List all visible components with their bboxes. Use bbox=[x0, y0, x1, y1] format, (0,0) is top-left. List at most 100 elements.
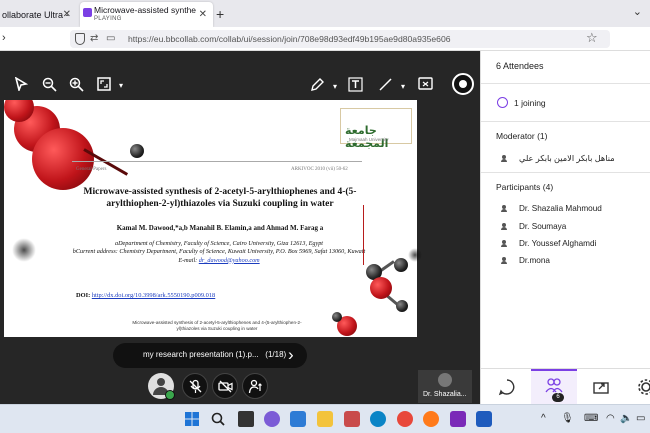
file-explorer-icon[interactable] bbox=[317, 411, 333, 427]
tab-title: Microwave-assisted synthesis of bbox=[94, 5, 196, 15]
new-tab-icon[interactable]: + bbox=[216, 6, 224, 22]
chevron-down-icon[interactable]: ▾ bbox=[401, 79, 405, 94]
person-icon bbox=[501, 240, 507, 247]
microphone-icon[interactable]: 🎙 bbox=[561, 413, 574, 424]
active-speaker-tile[interactable]: Dr. Shazalia... bbox=[418, 370, 472, 403]
text-tool-icon[interactable] bbox=[348, 77, 363, 92]
teams-chat-icon[interactable] bbox=[264, 411, 280, 427]
browser-tab-collaborate[interactable]: ollaborate Ultra - ✕ bbox=[0, 2, 77, 27]
widgets-icon[interactable] bbox=[290, 411, 306, 427]
shared-slide: جامعة المجمعة Majmaah University General… bbox=[4, 100, 417, 337]
close-icon[interactable]: ✕ bbox=[63, 9, 71, 20]
person-icon bbox=[501, 257, 507, 264]
clear-annotation-icon[interactable] bbox=[418, 77, 433, 92]
battery-icon[interactable]: ▭ bbox=[636, 413, 645, 424]
address-bar-row: › ⇄ ▭ https://eu.bbcollab.com/collab/ui/… bbox=[0, 27, 650, 51]
attendee-row[interactable]: مناهل بابكر الامين بابكر علي bbox=[501, 153, 615, 163]
doi-link[interactable]: http://dx.doi.org/10.3998/ark.5550190.p0… bbox=[92, 292, 215, 299]
tab-title: ollaborate Ultra - bbox=[2, 9, 69, 20]
header-divider bbox=[72, 161, 362, 162]
avatar bbox=[438, 373, 452, 387]
raise-hand-button[interactable] bbox=[242, 373, 268, 399]
app-icon[interactable] bbox=[344, 411, 360, 427]
avatar-icon bbox=[157, 378, 165, 386]
chat-icon[interactable] bbox=[497, 377, 517, 397]
microphone-toggle-button[interactable] bbox=[182, 373, 208, 399]
url-input[interactable]: ⇄ ▭ https://eu.bbcollab.com/collab/ui/se… bbox=[70, 30, 610, 48]
molecule-decoration bbox=[12, 238, 36, 262]
person-icon bbox=[501, 205, 507, 212]
participants-section-header: Participants (4) bbox=[496, 182, 554, 192]
os-taskbar: ^ 🎙 ⌨ ◠ 🔈 ▭ bbox=[0, 404, 650, 433]
bookmark-star-icon[interactable]: ☆ bbox=[586, 30, 598, 46]
pen-icon[interactable] bbox=[310, 77, 325, 92]
raise-hand-icon bbox=[248, 379, 262, 394]
panel-title: 6 Attendees bbox=[496, 61, 544, 71]
windows-start-icon[interactable] bbox=[184, 411, 200, 427]
attendee-row[interactable]: Dr.mona bbox=[501, 256, 550, 265]
moderator-section-header: Moderator (1) bbox=[496, 131, 548, 141]
chevron-down-icon[interactable]: ▾ bbox=[333, 79, 337, 94]
edge-icon[interactable] bbox=[370, 411, 386, 427]
tab-subtitle: PLAYING bbox=[94, 15, 122, 22]
doi-line: DOI: http://dx.doi.org/10.3998/ark.55501… bbox=[76, 292, 215, 299]
file-name: my research presentation (1).p... bbox=[143, 350, 259, 359]
close-icon[interactable]: ✕ bbox=[199, 9, 207, 20]
chrome-icon[interactable] bbox=[397, 411, 413, 427]
chevron-up-icon[interactable]: ^ bbox=[541, 413, 546, 424]
camera-toggle-button[interactable] bbox=[212, 373, 238, 399]
zoom-in-icon[interactable] bbox=[69, 77, 84, 92]
chevron-down-icon[interactable]: ⌄ bbox=[633, 5, 642, 18]
chevron-down-icon[interactable]: ▾ bbox=[119, 78, 123, 93]
my-status-button[interactable] bbox=[148, 373, 175, 400]
divider bbox=[481, 121, 650, 122]
task-view-icon[interactable] bbox=[238, 411, 254, 427]
status-ok-icon bbox=[165, 390, 175, 400]
email-line: E-mail: dr_dawood@yahoo.com bbox=[64, 257, 374, 265]
app-icon[interactable] bbox=[450, 411, 466, 427]
zoom-out-icon[interactable] bbox=[42, 77, 57, 92]
molecule-decoration bbox=[370, 277, 392, 299]
page-counter: (1/18) bbox=[265, 350, 287, 359]
journal-citation: ARKIVOC 2010 (vii) 50-62 bbox=[291, 167, 348, 172]
permissions-icon[interactable]: ▭ bbox=[106, 33, 115, 44]
attendees-icon bbox=[545, 378, 563, 393]
attendee-name: Dr. Shazalia Mahmoud bbox=[519, 204, 602, 213]
speaker-name: Dr. Shazalia... bbox=[423, 391, 467, 398]
molecule-decoration bbox=[32, 128, 94, 190]
joining-status[interactable]: 1 joining bbox=[497, 97, 546, 108]
molecule-decoration bbox=[394, 258, 408, 272]
person-icon bbox=[501, 155, 507, 162]
university-subtitle: Majmaah University bbox=[349, 137, 389, 142]
email-link[interactable]: dr_dawood@yahoo.com bbox=[199, 257, 260, 264]
browser-tab-strip: ollaborate Ultra - ✕ Microwave-assisted … bbox=[0, 0, 650, 27]
attendee-row[interactable]: Dr. Shazalia Mahmoud bbox=[501, 204, 602, 213]
forward-arrow-icon[interactable]: › bbox=[2, 32, 6, 44]
line-tool-icon[interactable] bbox=[378, 77, 393, 92]
wifi-icon[interactable]: ◠ bbox=[606, 413, 615, 424]
next-slide-button[interactable]: › bbox=[288, 345, 294, 365]
fit-screen-icon[interactable] bbox=[97, 77, 111, 91]
lock-icon[interactable]: ⇄ bbox=[90, 33, 98, 44]
word-icon[interactable] bbox=[476, 411, 492, 427]
gear-icon[interactable] bbox=[636, 377, 650, 397]
url-text: https://eu.bbcollab.com/collab/ui/sessio… bbox=[128, 34, 451, 44]
firefox-icon[interactable] bbox=[423, 411, 439, 427]
attendee-name: Dr. Youssef Alghamdi bbox=[519, 239, 597, 248]
share-content-icon[interactable] bbox=[591, 377, 611, 397]
volume-icon[interactable]: 🔈 bbox=[620, 413, 632, 424]
attendee-row[interactable]: Dr. Youssef Alghamdi bbox=[501, 239, 596, 248]
pointer-icon[interactable] bbox=[14, 77, 28, 91]
panel-tab-bar: 6 bbox=[481, 368, 650, 405]
stop-sharing-button[interactable] bbox=[452, 73, 474, 95]
doi-label: DOI: bbox=[76, 292, 92, 299]
attendee-row[interactable]: Dr. Soumaya bbox=[501, 222, 566, 231]
molecule-decoration bbox=[408, 248, 422, 262]
shield-icon[interactable] bbox=[75, 33, 85, 45]
divider bbox=[481, 83, 650, 84]
search-icon[interactable] bbox=[210, 411, 226, 427]
browser-tab-active[interactable]: Microwave-assisted synthesis of PLAYING … bbox=[80, 2, 213, 27]
keyboard-language-icon[interactable]: ⌨ bbox=[584, 413, 598, 424]
attendee-name: مناهل بابكر الامين بابكر علي bbox=[519, 154, 615, 163]
affiliation-line: aDepartment of Chemistry, Faculty of Sci… bbox=[114, 240, 324, 247]
